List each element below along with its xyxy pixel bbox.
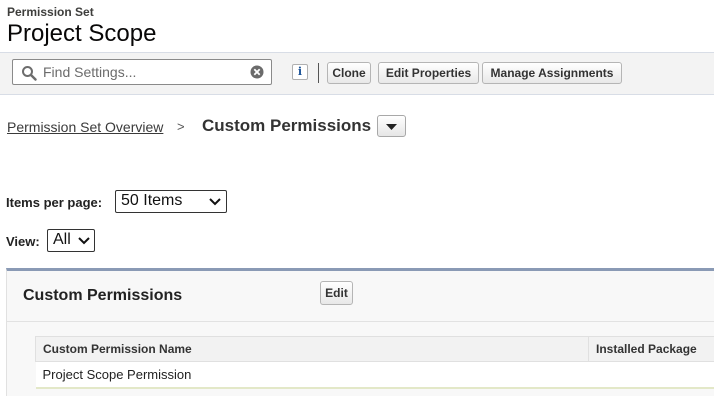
items-per-page-select[interactable]: 50 Items bbox=[115, 190, 227, 213]
clone-button[interactable]: Clone bbox=[327, 62, 371, 84]
custom-permissions-panel: Custom Permissions Edit Custom Permissio… bbox=[6, 268, 714, 396]
search-input[interactable] bbox=[43, 63, 243, 81]
items-per-page-value: 50 Items bbox=[121, 192, 183, 209]
chevron-down-icon bbox=[386, 124, 397, 130]
chevron-down-icon bbox=[209, 198, 221, 206]
table-row: Project Scope Permission bbox=[35, 361, 714, 389]
column-header-name[interactable]: Custom Permission Name bbox=[35, 336, 589, 362]
page: Permission Set Project Scope i Clone Edi… bbox=[0, 0, 714, 399]
toolbar-divider bbox=[318, 63, 319, 83]
view-label: View: bbox=[6, 234, 40, 249]
panel-title: Custom Permissions bbox=[23, 287, 183, 304]
info-icon[interactable]: i bbox=[292, 64, 308, 80]
clear-icon[interactable] bbox=[250, 65, 264, 79]
view-select[interactable]: All bbox=[47, 229, 95, 252]
breadcrumb-current: Custom Permissions bbox=[202, 116, 372, 135]
section-dropdown-button[interactable] bbox=[377, 115, 406, 137]
column-header-package[interactable]: Installed Package bbox=[588, 336, 714, 362]
search-icon bbox=[22, 66, 37, 81]
manage-assignments-button[interactable]: Manage Assignments bbox=[482, 62, 622, 84]
table-cell-package bbox=[588, 361, 714, 389]
search-box[interactable] bbox=[12, 59, 272, 85]
panel-divider bbox=[7, 321, 714, 322]
toolbar: i Clone Edit Properties Manage Assignmen… bbox=[0, 52, 714, 95]
table-header-row: Custom Permission Name Installed Package bbox=[35, 336, 714, 362]
view-value: All bbox=[53, 231, 71, 248]
page-subtitle: Permission Set bbox=[7, 5, 94, 19]
edit-button[interactable]: Edit bbox=[320, 281, 353, 305]
table-cell-name[interactable]: Project Scope Permission bbox=[35, 361, 589, 389]
page-header: Permission Set Project Scope bbox=[7, 4, 156, 48]
page-title: Project Scope bbox=[7, 20, 157, 47]
items-per-page-label: Items per page: bbox=[6, 195, 103, 210]
breadcrumb-link-overview[interactable]: Permission Set Overview bbox=[7, 119, 163, 135]
edit-properties-button[interactable]: Edit Properties bbox=[378, 62, 479, 84]
breadcrumb-separator: > bbox=[177, 119, 185, 134]
custom-permissions-table: Custom Permission Name Installed Package… bbox=[35, 336, 714, 389]
chevron-down-icon bbox=[78, 237, 90, 245]
